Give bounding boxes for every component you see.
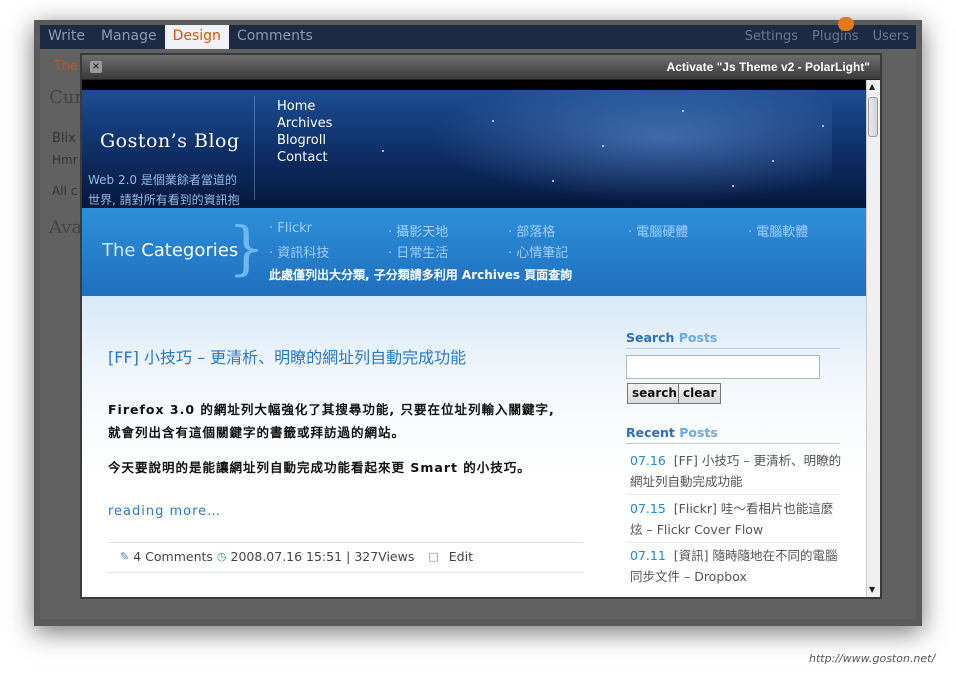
- frame-top-bar: [82, 80, 866, 90]
- category-link[interactable]: · 攝影天地: [388, 221, 448, 240]
- post-views: 327Views: [354, 549, 415, 564]
- categories-label: The Categories: [102, 240, 238, 261]
- comments-link[interactable]: 4 Comments: [133, 549, 213, 564]
- meta-divider-bottom: [108, 572, 584, 573]
- blog-nav-archives[interactable]: Archives: [277, 115, 332, 132]
- nav-settings[interactable]: Settings: [740, 29, 803, 44]
- search-button[interactable]: search: [627, 383, 682, 404]
- search-heading-rule: [626, 348, 840, 349]
- header-nebula: [412, 90, 832, 208]
- blog-nav-contact[interactable]: Contact: [277, 149, 332, 166]
- edit-icon: □: [428, 550, 439, 563]
- admin-nav: Write Manage Design Comments: [40, 25, 321, 49]
- heading-current: Cur: [49, 87, 83, 108]
- search-heading: Search Posts: [626, 330, 718, 345]
- comment-icon: ✎: [120, 550, 130, 563]
- category-link[interactable]: · 日常生活: [388, 242, 448, 261]
- post-date: 2008.07.16 15:51: [230, 549, 343, 564]
- scrollbar-thumb[interactable]: [868, 97, 878, 137]
- admin-right-nav: Settings Plugins Users: [740, 29, 914, 44]
- watermark: http://www.goston.net/: [809, 652, 936, 665]
- nav-plugins[interactable]: Plugins: [807, 29, 864, 44]
- close-icon[interactable]: ×: [90, 61, 102, 73]
- brace-decoration: }: [228, 214, 265, 282]
- theme-author: Hmr: [52, 153, 78, 167]
- recent-separator: [626, 542, 840, 543]
- recent-post[interactable]: 07.15 [Flickr] 哇～看相片也能這麼炫 – Flickr Cover …: [630, 498, 844, 540]
- search-input[interactable]: [626, 355, 820, 379]
- modal-titlebar: × Activate "Js Theme v2 - PolarLight": [82, 55, 880, 80]
- theme-preview-modal: × Activate "Js Theme v2 - PolarLight" Go…: [80, 53, 882, 599]
- category-link[interactable]: · 電腦軟體: [748, 221, 808, 240]
- header-divider: [254, 96, 255, 200]
- blog-nav-blogroll[interactable]: Blogroll: [277, 132, 332, 149]
- read-more-link[interactable]: reading more…: [108, 504, 221, 519]
- category-link[interactable]: · 資訊科技: [269, 242, 329, 261]
- preview-frame: Goston’s Blog Web 2.0 是個業餘者當道的世界, 請對所有看到…: [82, 80, 880, 597]
- recent-separator: [626, 494, 840, 495]
- blog-title[interactable]: Goston’s Blog: [100, 130, 240, 152]
- post-meta: ✎ 4 Comments ◷ 2008.07.16 15:51 | 327Vie…: [120, 549, 473, 564]
- nav-comments[interactable]: Comments: [229, 25, 321, 49]
- theme-name: Blix: [52, 131, 76, 146]
- blog-nav-home[interactable]: Home: [277, 98, 332, 115]
- vertical-scrollbar[interactable]: [866, 80, 880, 597]
- categories-band: The Categories } · Flickr · 攝影天地 · 部落格 ·…: [82, 208, 866, 296]
- blog-nav: Home Archives Blogroll Contact: [277, 98, 332, 166]
- recent-post[interactable]: 07.11 [資訊] 隨時隨地在不同的電腦同步文件 – Dropbox: [630, 545, 844, 587]
- category-link[interactable]: · 心情筆記: [508, 242, 568, 261]
- nav-manage[interactable]: Manage: [93, 25, 165, 49]
- blog-content: [FF] 小技巧 – 更清析、明瞭的網址列自動完成功能 Firefox 3.0 …: [82, 296, 866, 597]
- blog-header: Goston’s Blog Web 2.0 是個業餘者當道的世界, 請對所有看到…: [82, 90, 866, 208]
- edit-link[interactable]: Edit: [449, 549, 473, 564]
- meta-divider-top: [108, 542, 584, 543]
- activate-theme-link[interactable]: Activate "Js Theme v2 - PolarLight": [667, 60, 870, 74]
- subtab-the[interactable]: The: [54, 59, 78, 74]
- category-link[interactable]: · 電腦硬體: [628, 221, 688, 240]
- nav-users[interactable]: Users: [868, 29, 914, 44]
- scroll-down-icon[interactable]: ▼: [869, 585, 875, 594]
- categories-label-main: Categories: [141, 240, 239, 261]
- recent-heading-rule: [626, 443, 840, 444]
- meta-separator: |: [346, 549, 351, 564]
- nav-design[interactable]: Design: [164, 25, 229, 49]
- theme-info: All c: [52, 184, 78, 198]
- clear-button[interactable]: clear: [678, 383, 722, 404]
- blog-description: Web 2.0 是個業餘者當道的世界, 請對所有看到的資訊抱: [88, 173, 240, 207]
- heading-available: Ava: [49, 217, 83, 238]
- recent-post[interactable]: 07.16 [FF] 小技巧 – 更清析、明瞭的網址列自動完成功能: [630, 450, 844, 492]
- nav-write[interactable]: Write: [40, 25, 93, 49]
- clock-icon: ◷: [216, 550, 227, 563]
- recent-heading: Recent Posts: [626, 425, 718, 440]
- post-paragraph-2: 今天要說明的是能讓網址列自動完成功能看起來更 Smart 的小技巧。: [108, 460, 531, 475]
- category-link[interactable]: · Flickr: [269, 221, 312, 236]
- screenshot: The Cur Blix Hmr All c Ava Write Manage …: [0, 0, 956, 675]
- post-title[interactable]: [FF] 小技巧 – 更清析、明瞭的網址列自動完成功能: [108, 344, 466, 368]
- scroll-up-icon[interactable]: ▲: [869, 82, 875, 91]
- category-link[interactable]: · 部落格: [508, 221, 555, 240]
- post-paragraph-1: Firefox 3.0 的網址列大幅強化了其搜尋功能, 只要在位址列輸入關鍵字,…: [108, 402, 555, 440]
- categories-label-prefix: The: [102, 240, 142, 261]
- categories-note: 此處僅列出大分類, 子分類請多利用 Archives 頁面查詢: [269, 268, 573, 282]
